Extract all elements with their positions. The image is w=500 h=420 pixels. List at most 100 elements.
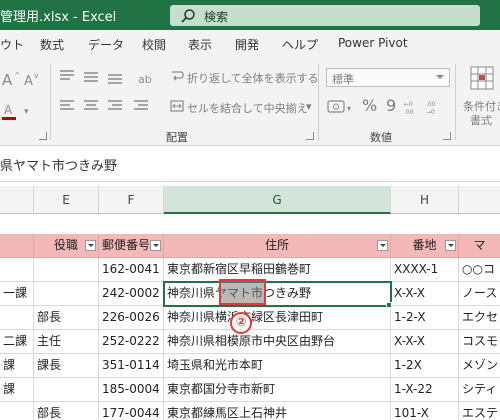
ribbon-tabs: ウト 数式 データ 校閲 表示 開発 ヘルプ Power Pivot [0,30,500,58]
table-cell-d[interactable]: 二課 [0,330,34,354]
table-cell-f[interactable]: 252-0222 [99,330,164,354]
table-cell-h[interactable]: 1-X-22 [391,378,459,402]
filter-dropdown-icon[interactable] [377,240,388,251]
table-cell-d[interactable]: 課 [0,378,34,402]
tab-developer[interactable]: 開発 [235,36,259,53]
table-cell-f[interactable]: 242-0002 [99,282,164,306]
table-cell-g[interactable]: 神奈川県相模原市中央区由野台 [164,330,391,354]
table-cell-e[interactable]: 課長 [34,354,99,378]
font-size-icon[interactable]: A ^ A v A ▾ [2,68,42,128]
table-cell-i[interactable]: シティ [459,378,500,402]
font-dialog-launcher-icon[interactable] [39,132,47,140]
percent-button[interactable]: % [362,96,377,115]
table-cell-g[interactable]: 東京都新宿区早稲田鶴巻町 [164,258,391,282]
table-cell-d[interactable]: 課 [0,354,34,378]
table-cell-h[interactable]: 1-2-X [391,306,459,330]
number-group-label: 数値 [370,131,392,144]
table-cell-i[interactable]: コスモ [459,330,500,354]
table-cell-f[interactable]: 177-0044 [99,402,164,420]
table-cell-i[interactable]: エステ [459,402,500,420]
number-format-select[interactable]: 標準 [326,68,450,87]
window-title: 管理用.xlsx - Excel [0,10,117,25]
column-header-d[interactable] [0,186,34,214]
column-header-g[interactable]: G [164,186,391,214]
filter-dropdown-icon[interactable] [85,240,96,251]
table-header-cell[interactable] [0,234,34,258]
merge-dropdown-icon[interactable]: ▾ [306,100,312,113]
svg-text:A: A [2,71,13,89]
comma-button[interactable]: 9 [386,96,396,115]
table-cell-i[interactable]: ○○コ [459,258,500,282]
table-cell-f[interactable]: 351-0114 [99,354,164,378]
tab-view[interactable]: 表示 [188,36,212,53]
merge-center-button[interactable]: セルを結合して中央揃え [187,100,308,116]
table-header-cell[interactable]: マ [459,234,500,258]
table-cell-i[interactable]: エクセ [459,306,500,330]
table-cell-h[interactable]: X-X-X [391,330,459,354]
table-cell-g[interactable]: 埼玉県和光市本町 [164,354,391,378]
table-cell-d[interactable]: 一課 [0,282,34,306]
table-cell-d[interactable] [0,402,34,420]
formula-content[interactable]: 県ヤマト市つきみ野 [0,155,117,174]
alignment-group-label: 配置 [166,131,188,144]
spreadsheet-grid[interactable]: E F G H 役職 郵便番号 住所 番地 マ 162-0041 東京都新宿区早稲… [0,186,500,420]
tab-data[interactable]: データ [88,36,124,53]
filter-dropdown-icon[interactable] [445,240,456,251]
table-cell-e[interactable] [34,258,99,282]
table-cell-h[interactable]: 1-2X [391,354,459,378]
svg-text:v: v [34,71,39,80]
svg-text:ab: ab [138,73,152,86]
formula-bar[interactable]: 県ヤマト市つきみ野 [0,146,500,182]
table-cell-g[interactable]: 東京都国分寺市新町 [164,378,391,402]
table-header-cell[interactable]: 番地 [391,234,459,258]
wrap-text-button[interactable]: 折り返して全体を表示する [187,70,319,86]
column-header-e[interactable]: E [34,186,99,214]
table-cell-h[interactable]: 101-X [391,402,459,420]
table-cell-g[interactable]: 神奈川県ヤマト市つきみ野 [164,282,391,306]
table-cell-f[interactable]: 162-0041 [99,258,164,282]
tab-power-pivot[interactable]: Power Pivot [338,36,408,50]
table-header-cell[interactable]: 郵便番号 [99,234,164,258]
table-cell-i[interactable]: ノース [459,282,500,306]
table-header-cell[interactable]: 役職 [34,234,99,258]
table-cell-e[interactable] [34,378,99,402]
table-cell-g[interactable]: 神奈川県横浜市緑区長津田町 [164,306,391,330]
table-cell-e[interactable]: 部長 [34,306,99,330]
svg-text:▾: ▾ [24,107,29,117]
merge-center-icon [170,100,184,112]
column-header-i[interactable] [459,186,500,214]
alignment-dialog-launcher-icon[interactable] [306,132,314,140]
table-cell-e[interactable]: 部長 [34,402,99,420]
table-header-cell[interactable]: 住所 [164,234,391,258]
step-callout-badge: ② [230,312,252,334]
table-cell-h[interactable]: X-X-X [391,282,459,306]
column-header-h[interactable]: H [391,186,459,214]
search-placeholder: 検索 [204,10,229,24]
number-dialog-launcher-icon[interactable] [443,132,451,140]
svg-text:→0: →0 [426,109,435,116]
decimal-icons[interactable]: ←0 .00 .00 →0 [404,98,448,116]
column-header-f[interactable]: F [99,186,164,214]
svg-text:A: A [24,74,33,89]
table-cell-f[interactable]: 226-0026 [99,306,164,330]
tab-page-layout[interactable]: ウト [0,36,24,53]
table-cell-i[interactable]: メゾン [459,354,500,378]
tab-help[interactable]: ヘルプ [282,36,318,53]
tab-review[interactable]: 校閲 [142,36,166,53]
table-cell-e[interactable] [34,282,99,306]
tab-formulas[interactable]: 数式 [40,36,64,53]
search-box[interactable]: 検索 [170,5,480,26]
table-cell-g[interactable]: 東京都練馬区上石神井 [164,402,391,420]
fill-handle[interactable] [386,302,392,308]
conditional-format-button-line2[interactable]: 書式 [470,112,492,128]
table-cell-d[interactable] [0,258,34,282]
table-cell-f[interactable]: 185-0004 [99,378,164,402]
table-cell-e[interactable]: 主任 [34,330,99,354]
currency-icon[interactable]: ▾ [327,98,355,116]
table-cell-h[interactable]: XXXX-1 [391,258,459,282]
filter-dropdown-icon[interactable] [150,240,161,251]
alignment-icons[interactable]: ab [58,68,158,118]
table-cell-d[interactable] [0,306,34,330]
ribbon-separator [455,64,456,140]
svg-text:▾: ▾ [347,104,351,113]
